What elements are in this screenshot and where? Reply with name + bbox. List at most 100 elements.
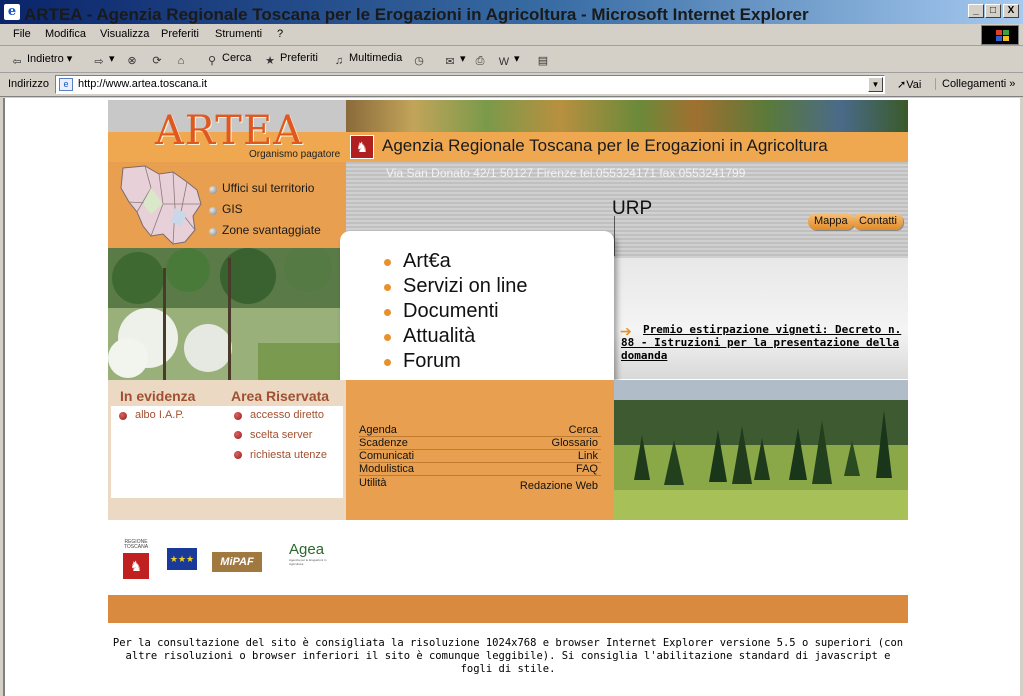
bullet-icon bbox=[119, 412, 127, 420]
news-link[interactable]: Premio estirpazione vigneti: Decreto n. … bbox=[621, 323, 906, 362]
chevron-down-icon[interactable]: ▾ bbox=[109, 53, 115, 65]
go-label: Vai bbox=[906, 79, 922, 91]
contatti-button[interactable]: Contatti bbox=[853, 213, 903, 230]
minimize-button[interactable]: _ bbox=[968, 4, 984, 18]
menu-file[interactable]: File bbox=[13, 28, 31, 40]
link-glossario[interactable]: Glossario bbox=[552, 437, 598, 449]
address-dropdown-button[interactable]: ▼ bbox=[868, 77, 883, 92]
agency-address: Via San Donato 42/1 50127 Firenze tel.05… bbox=[386, 166, 746, 180]
menu-visualizza[interactable]: Visualizza bbox=[100, 28, 149, 40]
agriculture-banner-image bbox=[346, 100, 908, 132]
urp-link[interactable]: URP bbox=[612, 198, 652, 220]
stop-icon: ⊗ bbox=[127, 55, 137, 67]
bullet-icon bbox=[209, 228, 217, 236]
forest-illustration bbox=[108, 248, 346, 380]
multimedia-button[interactable]: ♫ Multimedia bbox=[332, 52, 402, 68]
agea-logo-subtitle: Agenzia per le Erogazioni in Agricoltura bbox=[289, 558, 327, 566]
agea-logo-text: Agea bbox=[289, 541, 325, 558]
tuscany-map-icon[interactable] bbox=[115, 164, 205, 246]
multimedia-label: Multimedia bbox=[349, 52, 403, 64]
ie-logo-icon: e bbox=[4, 4, 20, 20]
chevron-down-icon[interactable]: ▾ bbox=[67, 53, 73, 65]
link-albo-iap[interactable]: albo I.A.P. bbox=[135, 409, 184, 421]
bullet-icon bbox=[234, 412, 242, 420]
search-button[interactable]: ⚲ Cerca bbox=[205, 52, 251, 68]
back-button[interactable]: ⇦ Indietro ▾ bbox=[10, 52, 72, 69]
artea-logo[interactable]: ARTEA bbox=[155, 108, 303, 154]
footer-bar bbox=[108, 595, 908, 623]
menu-bar: File Modifica Visualizza Preferiti Strum… bbox=[0, 24, 1023, 46]
maximize-button[interactable]: □ bbox=[985, 4, 1001, 18]
home-button[interactable]: ⌂ bbox=[174, 52, 191, 68]
link-faq[interactable]: FAQ bbox=[576, 463, 598, 475]
divider bbox=[359, 475, 601, 476]
menu-documenti[interactable]: Documenti bbox=[403, 300, 499, 323]
go-button[interactable]: ➚Vai bbox=[897, 78, 921, 91]
logo-subtitle: Organismo pagatore bbox=[249, 149, 341, 160]
favorites-label: Preferiti bbox=[280, 52, 318, 64]
link-link[interactable]: Link bbox=[578, 450, 598, 462]
forward-button[interactable]: ⇨ ▾ bbox=[92, 52, 115, 69]
menu-modifica[interactable]: Modifica bbox=[45, 28, 86, 40]
link-scadenze[interactable]: Scadenze bbox=[359, 437, 408, 449]
menu-bullet-icon bbox=[384, 359, 391, 366]
agency-title: Agenzia Regionale Toscana per le Erogazi… bbox=[382, 136, 828, 155]
link-scelta-server[interactable]: scelta server bbox=[250, 429, 312, 441]
divider bbox=[359, 449, 601, 450]
menu-attualita[interactable]: Attualità bbox=[403, 325, 475, 348]
agea-logo[interactable]: Agea Agenzia per le Erogazioni in Agrico… bbox=[275, 541, 333, 581]
history-button[interactable]: ◷ bbox=[412, 52, 429, 68]
menu-bullet-icon bbox=[384, 284, 391, 291]
link-utilita[interactable]: Utilità bbox=[359, 477, 387, 489]
menu-preferiti[interactable]: Preferiti bbox=[161, 28, 199, 40]
document-icon: ▤ bbox=[537, 55, 549, 67]
chevron-down-icon[interactable]: ▾ bbox=[460, 53, 466, 65]
side-link-uffici[interactable]: Uffici sul territorio bbox=[222, 181, 314, 195]
address-bar: Indirizzo e http://www.artea.toscana.it … bbox=[0, 73, 1023, 97]
mail-button[interactable]: ✉ ▾ bbox=[443, 52, 466, 69]
title-bar: e ARTEA - Agenzia Regionale Toscana per … bbox=[0, 0, 1023, 24]
stop-button[interactable]: ⊗ bbox=[125, 52, 142, 68]
refresh-button[interactable]: ⟳ bbox=[150, 52, 167, 68]
pegasus-icon: ♞ bbox=[123, 553, 149, 579]
link-comunicati[interactable]: Comunicati bbox=[359, 450, 414, 462]
menu-artea[interactable]: Art€a bbox=[403, 250, 451, 273]
address-url: http://www.artea.toscana.it bbox=[78, 78, 208, 90]
close-button[interactable]: X bbox=[1003, 4, 1019, 18]
discuss-button[interactable]: ▤ bbox=[536, 52, 553, 68]
footer-note: Per la consultazione del sito è consigli… bbox=[112, 637, 904, 675]
link-accesso-diretto[interactable]: accesso diretto bbox=[250, 409, 324, 421]
edit-button[interactable]: W ▾ bbox=[497, 52, 520, 69]
link-cerca[interactable]: Cerca bbox=[569, 424, 598, 436]
mipaf-logo[interactable]: MiPAF bbox=[212, 552, 262, 572]
word-icon: W bbox=[498, 56, 510, 68]
menu-servizi[interactable]: Servizi on line bbox=[403, 275, 528, 298]
regione-toscana-logo[interactable]: REGIONE TOSCANA ♞ bbox=[123, 540, 149, 580]
mappa-button[interactable]: Mappa bbox=[808, 213, 854, 230]
forest-photo-right bbox=[614, 380, 908, 520]
link-modulistica[interactable]: Modulistica bbox=[359, 463, 414, 475]
back-label: Indietro bbox=[27, 53, 64, 65]
link-agenda[interactable]: Agenda bbox=[359, 424, 397, 436]
eu-flag-logo[interactable]: ★★★ bbox=[167, 548, 197, 570]
bullet-icon bbox=[209, 186, 217, 194]
side-link-zone[interactable]: Zone svantaggiate bbox=[222, 223, 321, 237]
history-icon: ◷ bbox=[414, 55, 424, 67]
divider bbox=[359, 436, 601, 437]
links-button[interactable]: Collegamenti » bbox=[935, 78, 1015, 90]
print-button[interactable]: ⎙ bbox=[473, 52, 490, 68]
menu-strumenti[interactable]: Strumenti bbox=[215, 28, 262, 40]
area-riservata-title: Area Riservata bbox=[231, 388, 330, 404]
chevron-down-icon[interactable]: ▾ bbox=[514, 53, 520, 65]
menu-bullet-icon bbox=[384, 334, 391, 341]
link-richiesta-utenze[interactable]: richiesta utenze bbox=[250, 449, 327, 461]
favorites-button[interactable]: ★ Preferiti bbox=[263, 52, 318, 68]
address-input[interactable]: e http://www.artea.toscana.it ▼ bbox=[55, 75, 885, 94]
menu-forum[interactable]: Forum bbox=[403, 350, 461, 373]
regione-logo-text: REGIONE TOSCANA bbox=[123, 539, 149, 550]
address-label: Indirizzo bbox=[8, 78, 49, 90]
refresh-icon: ⟳ bbox=[152, 55, 162, 67]
menu-help[interactable]: ? bbox=[277, 28, 283, 40]
link-redazione-web[interactable]: Redazione Web bbox=[520, 480, 598, 492]
side-link-gis[interactable]: GIS bbox=[222, 202, 243, 216]
